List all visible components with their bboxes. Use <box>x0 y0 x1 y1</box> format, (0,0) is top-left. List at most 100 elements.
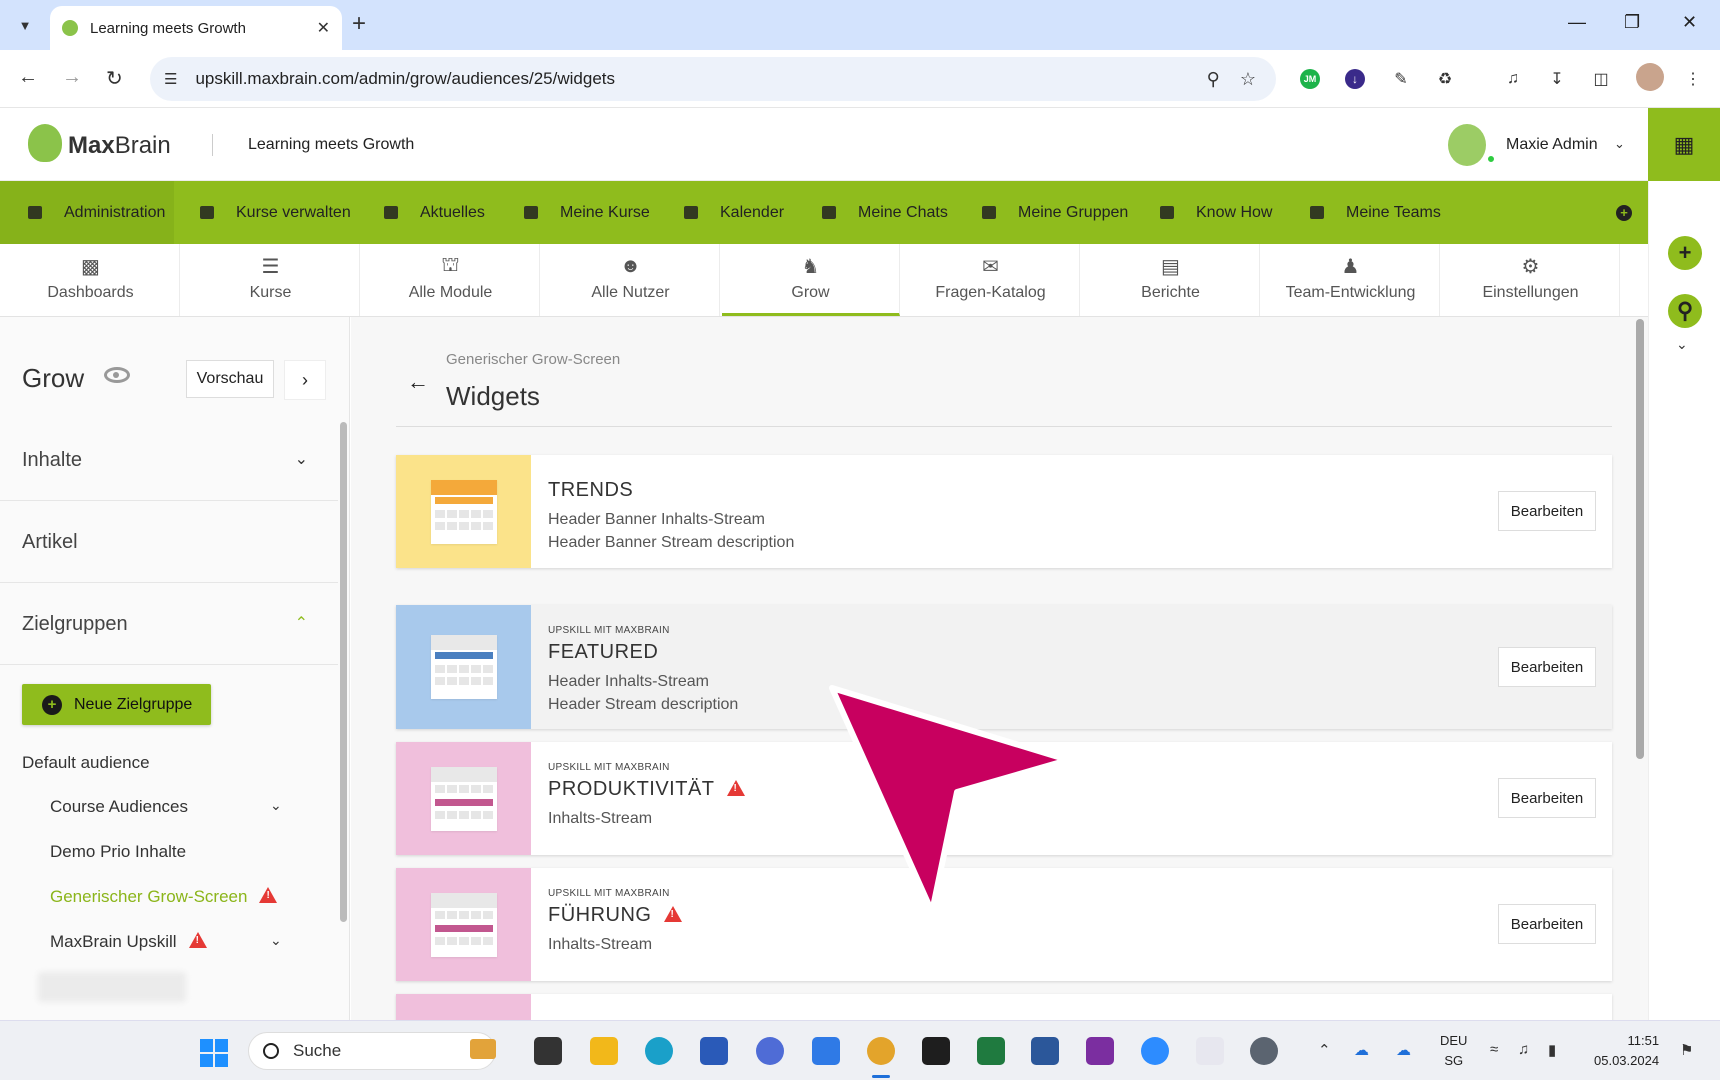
windows-start-icon[interactable] <box>200 1039 228 1067</box>
chevron-up-icon[interactable]: ⌃ <box>295 613 308 633</box>
edge-icon[interactable] <box>645 1037 673 1065</box>
extensions-puzzle-icon[interactable]: ♻ <box>1432 66 1458 92</box>
tab-alle-nutzer[interactable]: ☻ Alle Nutzer <box>542 244 720 316</box>
notification-bell-icon[interactable]: ⚑ <box>1680 1041 1693 1059</box>
zoom-icon[interactable]: ⚲ <box>1207 69 1220 90</box>
figma-icon[interactable] <box>922 1037 950 1065</box>
slack-icon[interactable] <box>1196 1037 1224 1065</box>
section-zielgruppen[interactable]: Zielgruppen ⌃ <box>0 583 338 665</box>
new-audience-button[interactable]: + Neue Zielgruppe <box>22 684 211 725</box>
audience-demo-prio-inhalte[interactable]: Demo Prio Inhalte <box>50 842 186 862</box>
visibility-eye-icon[interactable] <box>104 367 130 383</box>
new-tab-icon[interactable]: + <box>352 10 366 38</box>
tab-search-icon[interactable]: ▼ <box>10 10 40 40</box>
tray-expand-icon[interactable]: ⌃ <box>1318 1041 1331 1059</box>
audience-generischer-grow-screen[interactable]: Generischer Grow-Screen <box>50 887 278 907</box>
browser-tab[interactable]: Learning meets Growth ✕ <box>50 6 342 50</box>
affinity-icon[interactable] <box>756 1037 784 1065</box>
back-arrow-icon[interactable]: ← <box>407 369 429 395</box>
jm-extension-icon[interactable]: JM <box>1300 69 1320 89</box>
nav-meine-gruppen[interactable]: Meine Gruppen <box>982 181 1128 244</box>
minimize-icon[interactable]: — <box>1568 12 1586 33</box>
settings-icon[interactable] <box>1250 1037 1278 1065</box>
wifi-icon[interactable]: ≈ <box>1490 1041 1498 1058</box>
side-panel-icon[interactable]: ◫ <box>1588 66 1614 92</box>
file-explorer-icon[interactable] <box>590 1037 618 1065</box>
nav-know-how[interactable]: Know How <box>1160 181 1272 244</box>
tab-alle-module[interactable]: ⛫ Alle Module <box>362 244 540 316</box>
user-name[interactable]: Maxie Admin <box>1506 136 1598 154</box>
preview-button[interactable]: Vorschau <box>186 360 274 398</box>
tab-fragen-katalog[interactable]: ✉ Fragen-Katalog <box>902 244 1080 316</box>
restore-icon[interactable]: ❐ <box>1624 12 1640 33</box>
chat-icon[interactable]: ▦ <box>1648 108 1720 181</box>
zoom-icon[interactable] <box>1141 1037 1169 1065</box>
back-icon[interactable]: ← <box>18 66 38 89</box>
search-icon[interactable]: ⚲ <box>1668 294 1702 328</box>
close-tab-icon[interactable]: ✕ <box>317 18 330 38</box>
volume-icon[interactable]: ♫ <box>1518 1041 1529 1058</box>
logo-text[interactable]: MaxBrain <box>68 132 171 160</box>
chevron-down-icon[interactable]: ⌄ <box>270 797 282 814</box>
forward-icon[interactable]: → <box>62 66 82 89</box>
nav-kurse-verwalten[interactable]: Kurse verwalten <box>200 181 351 244</box>
nav-meine-teams[interactable]: Meine Teams <box>1310 181 1441 244</box>
store-icon[interactable] <box>700 1037 728 1065</box>
profile-avatar[interactable] <box>1636 63 1664 91</box>
taskbar-search[interactable]: Suche <box>248 1032 496 1070</box>
nav-meine-kurse[interactable]: Meine Kurse <box>524 181 650 244</box>
tab-grow[interactable]: ♞ Grow <box>722 244 900 316</box>
pen-extension-icon[interactable]: ✎ <box>1388 66 1414 92</box>
briefcase-icon[interactable] <box>470 1039 496 1059</box>
chevron-down-icon[interactable]: ⌄ <box>295 449 308 469</box>
downloads-icon[interactable]: ↧ <box>1544 66 1570 92</box>
user-menu-chevron-icon[interactable]: ⌄ <box>1614 136 1625 152</box>
onedrive-icon[interactable]: ☁ <box>1396 1041 1411 1059</box>
section-inhalte[interactable]: Inhalte ⌄ <box>0 419 338 501</box>
media-controls-icon[interactable]: ♫ <box>1500 66 1526 92</box>
edit-button[interactable]: Bearbeiten <box>1498 647 1596 687</box>
content-scrollbar[interactable] <box>1636 319 1644 759</box>
chevron-down-icon[interactable]: ⌄ <box>270 932 282 949</box>
nav-meine-chats[interactable]: Meine Chats <box>822 181 948 244</box>
edit-button[interactable]: Bearbeiten <box>1498 904 1596 944</box>
excel-icon[interactable] <box>977 1037 1005 1065</box>
tab-dashboards[interactable]: ▩ Dashboards <box>2 244 180 316</box>
tab-team-entwicklung[interactable]: ♟ Team-Entwicklung <box>1262 244 1440 316</box>
reload-icon[interactable]: ↻ <box>106 66 123 91</box>
download-extension-icon[interactable]: ↓ <box>1345 69 1365 89</box>
rail-chevron-down-icon[interactable]: ⌄ <box>1676 336 1688 353</box>
section-artikel[interactable]: Artikel <box>0 501 338 583</box>
chrome-icon[interactable] <box>867 1037 895 1065</box>
tab-berichte[interactable]: ▤ Berichte <box>1082 244 1260 316</box>
nav-administration[interactable]: Administration <box>0 181 174 244</box>
edit-button[interactable]: Bearbeiten <box>1498 491 1596 531</box>
bookmark-star-icon[interactable]: ☆ <box>1240 69 1256 90</box>
word-icon[interactable] <box>1031 1037 1059 1065</box>
todo-icon[interactable] <box>812 1037 840 1065</box>
breadcrumb[interactable]: Generischer Grow-Screen <box>446 351 620 368</box>
url-text[interactable]: upskill.maxbrain.com/admin/grow/audience… <box>195 69 1206 89</box>
battery-icon[interactable]: ▮ <box>1548 1041 1556 1059</box>
tab-einstellungen[interactable]: ⚙ Einstellungen <box>1442 244 1620 316</box>
audience-maxbrain-upskill[interactable]: MaxBrain Upskill <box>50 932 207 952</box>
onenote-icon[interactable] <box>1086 1037 1114 1065</box>
user-avatar[interactable] <box>1448 124 1486 166</box>
audience-course-audiences[interactable]: Course Audiences <box>50 797 188 817</box>
onedrive-icon[interactable]: ☁ <box>1354 1041 1369 1059</box>
window-close-icon[interactable]: ✕ <box>1682 12 1697 33</box>
browser-menu-icon[interactable]: ⋮ <box>1680 66 1706 92</box>
address-bar[interactable]: ☰ upskill.maxbrain.com/admin/grow/audien… <box>150 57 1276 101</box>
input-language[interactable]: DEU SG <box>1440 1031 1467 1071</box>
nav-aktuelles[interactable]: Aktuelles <box>384 181 485 244</box>
sidebar-scrollbar[interactable] <box>340 422 347 922</box>
site-settings-icon[interactable]: ☰ <box>164 70 177 88</box>
edit-button[interactable]: Bearbeiten <box>1498 778 1596 818</box>
chevron-right-icon[interactable]: › <box>284 360 326 400</box>
task-view-icon[interactable] <box>534 1037 562 1065</box>
nav-more-plus-icon[interactable]: + <box>1616 205 1632 221</box>
system-clock[interactable]: 11:51 05.03.2024 <box>1594 1031 1659 1071</box>
nav-kalender[interactable]: Kalender <box>684 181 784 244</box>
default-audience-heading[interactable]: Default audience <box>22 753 150 773</box>
tab-kurse[interactable]: ☰ Kurse <box>182 244 360 316</box>
